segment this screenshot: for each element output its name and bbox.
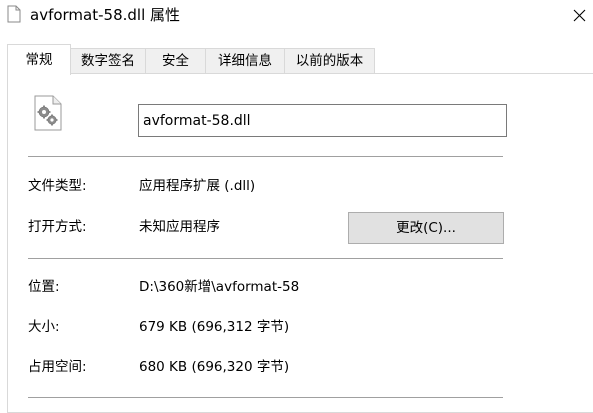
tab-digital-signatures[interactable]: 数字签名: [70, 48, 146, 74]
divider: [28, 258, 503, 259]
file-icon: [7, 5, 21, 23]
title-bar: avformat-58.dll 属性: [0, 0, 593, 36]
tab-label: 安全: [162, 53, 189, 69]
location-value: D:\360新增\avformat-58: [139, 279, 300, 295]
file-name-field[interactable]: [138, 104, 507, 137]
size-value: 679 KB (696,312 字节): [139, 319, 290, 335]
divider: [28, 397, 503, 398]
window-title: avformat-58.dll 属性: [30, 6, 181, 24]
opens-with-value: 未知应用程序: [139, 219, 220, 235]
tab-label: 以前的版本: [295, 53, 364, 69]
change-button[interactable]: 更改(C)...: [348, 212, 504, 244]
change-button-label: 更改(C)...: [396, 220, 456, 236]
location-label: 位置:: [28, 279, 60, 295]
dll-file-icon: [34, 95, 62, 131]
size-label: 大小:: [28, 319, 60, 335]
tab-label: 详细信息: [218, 53, 272, 69]
size-on-disk-label: 占用空间:: [28, 359, 87, 375]
file-type-value: 应用程序扩展 (.dll): [139, 178, 256, 194]
tab-strip: 常规 数字签名 安全 详细信息 以前的版本: [0, 44, 593, 75]
tab-general[interactable]: 常规: [7, 44, 71, 75]
size-on-disk-value: 680 KB (696,320 字节): [139, 359, 290, 375]
tab-label: 数字签名: [81, 53, 135, 69]
tab-security[interactable]: 安全: [145, 48, 206, 74]
close-icon[interactable]: [566, 2, 592, 30]
opens-with-label: 打开方式:: [28, 219, 87, 235]
tab-label: 常规: [25, 52, 53, 68]
tab-details[interactable]: 详细信息: [205, 48, 285, 74]
tab-previous-versions[interactable]: 以前的版本: [284, 48, 375, 74]
divider: [28, 156, 503, 157]
file-type-label: 文件类型:: [28, 178, 87, 194]
